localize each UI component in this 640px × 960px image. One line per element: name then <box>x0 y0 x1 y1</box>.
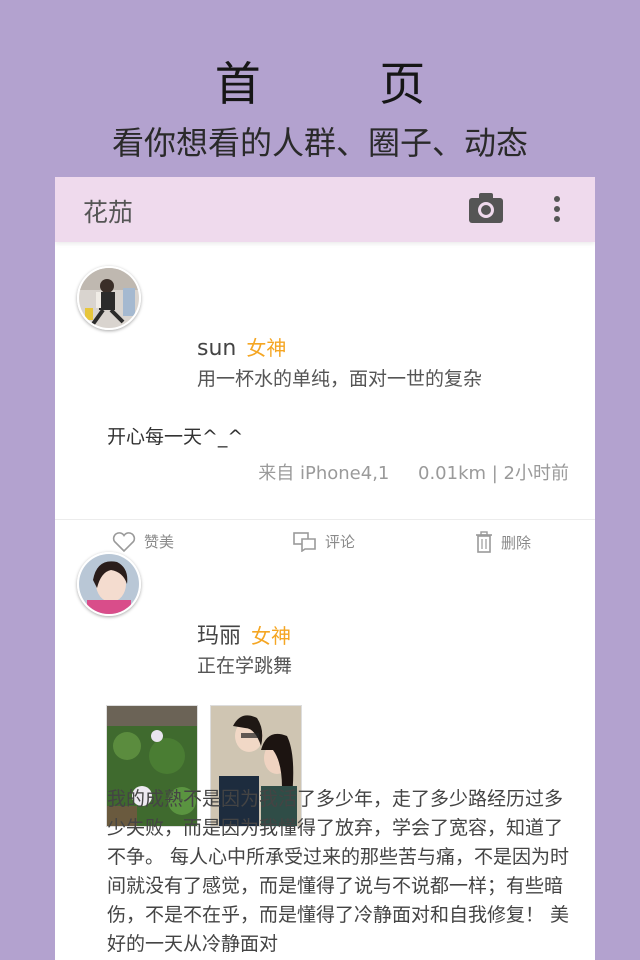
username-row: sun 女神 <box>197 332 286 361</box>
username-row: 玛丽 女神 <box>197 618 291 650</box>
app-bar: 花茄 <box>55 177 595 242</box>
feed-post: 玛丽 女神 正在学跳舞 我的成熟不是因为我活了多少年，走了多少路经历过多少失败，… <box>55 520 595 960</box>
username-text[interactable]: sun <box>197 336 236 361</box>
goddess-badge: 女神 <box>251 624 292 648</box>
avatar[interactable] <box>77 552 141 616</box>
post-content: 开心每一天^_^ <box>107 426 244 448</box>
avatar[interactable] <box>77 266 141 330</box>
hero-subtitle: 看你想看的人群、圈子、动态 <box>111 124 528 162</box>
camera-icon[interactable] <box>469 193 503 223</box>
goddess-badge: 女神 <box>246 336 287 360</box>
more-vertical-icon[interactable] <box>551 194 563 224</box>
post-meta: 来自 iPhone4,1 0.01km | 2小时前 <box>258 463 569 484</box>
app-title: 花茄 <box>83 198 134 227</box>
post-content: 我的成熟不是因为我活了多少年，走了多少路经历过多少失败，而是因为我懂得了放弃，学… <box>107 788 570 955</box>
hero-title: 首 页 <box>214 57 478 111</box>
user-signature: 用一杯水的单纯，面对一世的复杂 <box>197 368 483 390</box>
phone-screen: 花茄 sun 女神 用一杯水的单纯，面对一世的复杂 开心每一天^_^ 来自 iP… <box>55 177 595 960</box>
feed-post: sun 女神 用一杯水的单纯，面对一世的复杂 开心每一天^_^ 来自 iPhone… <box>55 242 595 553</box>
username-text[interactable]: 玛丽 <box>197 624 241 649</box>
user-signature: 正在学跳舞 <box>197 655 293 677</box>
